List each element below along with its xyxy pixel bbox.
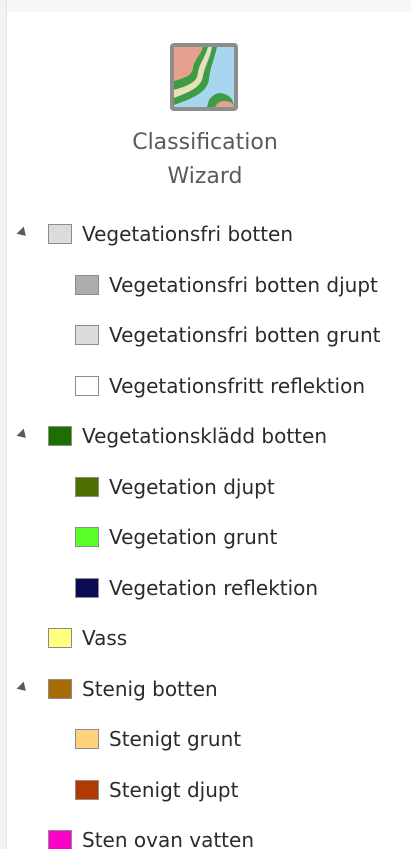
expand-triangle-icon[interactable] bbox=[16, 226, 30, 240]
classification-panel: Classification Wizard Vegetationsfri bot… bbox=[0, 0, 411, 849]
wizard-label-line2: Wizard bbox=[167, 164, 243, 189]
class-label: Vegetation grunt bbox=[109, 525, 278, 549]
panel-top-edge bbox=[0, 0, 411, 12]
classification-wizard-label: Classification Wizard bbox=[110, 126, 300, 194]
class-label: Sten ovan vatten bbox=[82, 828, 254, 849]
class-item[interactable]: Stenigt grunt bbox=[75, 721, 241, 757]
class-item[interactable]: Stenigt djupt bbox=[75, 772, 238, 808]
class-label: Vegetationsklädd botten bbox=[82, 424, 327, 448]
class-color-swatch[interactable] bbox=[75, 577, 99, 598]
class-label: Vegetationsfri botten bbox=[82, 222, 294, 246]
class-item[interactable]: Vegetation djupt bbox=[75, 469, 275, 505]
class-color-swatch[interactable] bbox=[48, 830, 72, 849]
class-label: Stenigt grunt bbox=[109, 727, 242, 751]
class-group-item[interactable]: Vegetationsfri botten bbox=[48, 216, 293, 252]
class-color-swatch[interactable] bbox=[48, 224, 72, 244]
class-label: Vegetationsfri botten grunt bbox=[109, 323, 381, 347]
class-color-swatch[interactable] bbox=[75, 375, 99, 396]
class-color-swatch[interactable] bbox=[75, 779, 99, 800]
class-item[interactable]: Vegetation grunt bbox=[75, 519, 277, 555]
wizard-label-line1: Classification bbox=[132, 130, 278, 155]
class-item[interactable]: Vegetationsfri botten grunt bbox=[75, 317, 381, 353]
class-color-swatch[interactable] bbox=[48, 628, 72, 648]
class-group-item[interactable]: Stenig botten bbox=[48, 671, 218, 707]
class-color-swatch[interactable] bbox=[75, 527, 99, 547]
class-label: Vegetationsfritt reflektion bbox=[109, 373, 366, 398]
class-label: Vegetation djupt bbox=[109, 474, 275, 499]
class-label: Vass bbox=[82, 626, 128, 650]
class-group-item[interactable]: Sten ovan vatten bbox=[48, 822, 254, 849]
class-group-item[interactable]: Vegetationsklädd botten bbox=[48, 418, 327, 454]
class-label: Stenigt djupt bbox=[109, 777, 239, 802]
class-label: Vegetation reflektion bbox=[109, 575, 319, 600]
class-color-swatch[interactable] bbox=[48, 678, 72, 699]
class-label: Vegetationsfri botten djupt bbox=[109, 272, 378, 297]
expand-triangle-icon[interactable] bbox=[16, 428, 30, 442]
panel-left-edge bbox=[0, 0, 7, 849]
classification-wizard-button[interactable]: Classification Wizard bbox=[110, 38, 300, 198]
class-color-swatch[interactable] bbox=[48, 426, 72, 446]
classification-map-icon bbox=[170, 43, 238, 111]
class-color-swatch[interactable] bbox=[75, 729, 99, 749]
class-label: Stenig botten bbox=[82, 676, 218, 701]
class-group-item[interactable]: Vass bbox=[48, 620, 127, 656]
class-item[interactable]: Vegetation reflektion bbox=[75, 570, 318, 606]
class-item[interactable]: Vegetationsfri botten djupt bbox=[75, 267, 378, 303]
class-color-swatch[interactable] bbox=[75, 274, 99, 295]
class-item[interactable]: Vegetationsfritt reflektion bbox=[75, 368, 365, 404]
class-color-swatch[interactable] bbox=[75, 325, 99, 345]
expand-triangle-icon[interactable] bbox=[16, 681, 30, 694]
class-color-swatch[interactable] bbox=[75, 476, 99, 497]
